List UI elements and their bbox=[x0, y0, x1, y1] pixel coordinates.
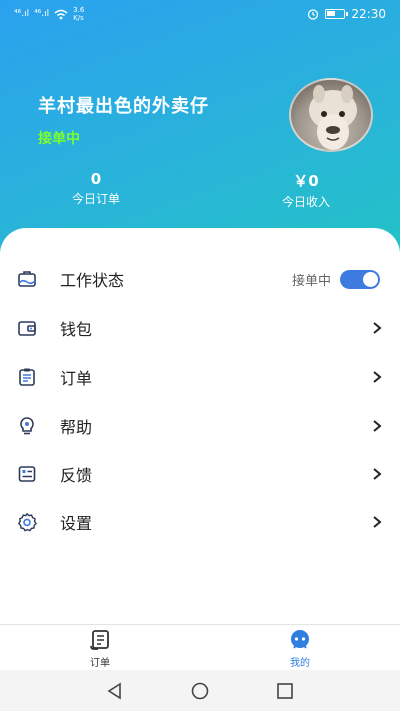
work-status-toggle[interactable] bbox=[340, 269, 380, 289]
tab-orders-label: 订单 bbox=[90, 658, 110, 669]
gear-icon bbox=[17, 512, 37, 532]
tab-me-label: 我的 bbox=[290, 658, 310, 669]
menu-item-work-status: 工作状态 接单中 bbox=[0, 255, 400, 303]
rider-status: 接单中 bbox=[38, 131, 80, 147]
menu-item-settings[interactable]: 设置 bbox=[0, 498, 400, 546]
tab-me[interactable]: 我的 bbox=[270, 629, 330, 669]
chevron-right-icon bbox=[373, 468, 382, 480]
profile-face-icon bbox=[291, 630, 309, 649]
back-triangle-icon[interactable] bbox=[105, 681, 125, 701]
system-nav-bar bbox=[0, 670, 400, 711]
menu-item-orders[interactable]: 订单 bbox=[0, 353, 400, 401]
rider-name: 羊村最出色的外卖仔 bbox=[38, 96, 209, 117]
toggle-knob bbox=[363, 271, 378, 287]
order-list-icon bbox=[90, 630, 109, 650]
lightbulb-icon bbox=[20, 417, 34, 435]
today-orders-label: 今日订单 bbox=[71, 192, 120, 206]
menu-label-wallet: 钱包 bbox=[60, 320, 93, 339]
tab-orders[interactable]: 订单 bbox=[70, 629, 130, 669]
work-status-toggle-label: 接单中 bbox=[292, 273, 332, 289]
clipboard-icon bbox=[19, 368, 35, 386]
today-income-stat: ￥0 今日收入 bbox=[270, 170, 342, 210]
briefcase-icon bbox=[18, 271, 36, 287]
chevron-right-icon bbox=[373, 322, 382, 334]
menu-label-feedback: 反馈 bbox=[60, 466, 93, 485]
feedback-icon bbox=[18, 466, 36, 482]
signal-icon: ⁴⁶.ıl bbox=[34, 9, 50, 19]
menu-label-orders: 订单 bbox=[60, 369, 93, 388]
clock: 22:30 bbox=[351, 7, 386, 21]
recents-square-icon[interactable] bbox=[275, 681, 295, 701]
avatar[interactable] bbox=[289, 78, 373, 152]
alarm-icon bbox=[308, 9, 319, 20]
chevron-right-icon bbox=[373, 371, 382, 383]
wallet-icon bbox=[18, 321, 36, 336]
bottom-tab-bar: 订单 我的 bbox=[0, 624, 400, 670]
today-income-value: ￥0 bbox=[293, 172, 319, 190]
profile-header: ⁴⁶.ıl ⁴⁶.ıl 3.6 K/s 22:30 羊村最出色的外卖仔 接单中 bbox=[0, 0, 400, 260]
today-orders-stat: 0 今日订单 bbox=[60, 170, 132, 207]
wifi-icon bbox=[54, 9, 68, 19]
menu-panel: 工作状态 接单中 钱包 订单 帮助 反馈 设置 bbox=[0, 228, 400, 624]
menu-item-wallet[interactable]: 钱包 bbox=[0, 304, 400, 352]
net-speed: 3.6 K/s bbox=[73, 6, 85, 22]
chevron-right-icon bbox=[373, 420, 382, 432]
today-orders-value: 0 bbox=[90, 170, 102, 188]
today-income-label: 今日收入 bbox=[281, 195, 330, 209]
menu-label-help: 帮助 bbox=[60, 418, 93, 437]
chevron-right-icon bbox=[373, 516, 382, 528]
battery-icon bbox=[325, 9, 349, 19]
menu-label-work-status: 工作状态 bbox=[60, 271, 125, 290]
alpaca-avatar-image bbox=[309, 85, 357, 150]
menu-label-settings: 设置 bbox=[60, 514, 93, 533]
status-bar: ⁴⁶.ıl ⁴⁶.ıl 3.6 K/s 22:30 bbox=[0, 0, 400, 28]
menu-item-help[interactable]: 帮助 bbox=[0, 402, 400, 450]
menu-item-feedback[interactable]: 反馈 bbox=[0, 450, 400, 498]
home-circle-icon[interactable] bbox=[190, 681, 210, 701]
signal-icon: ⁴⁶.ıl bbox=[14, 9, 30, 19]
